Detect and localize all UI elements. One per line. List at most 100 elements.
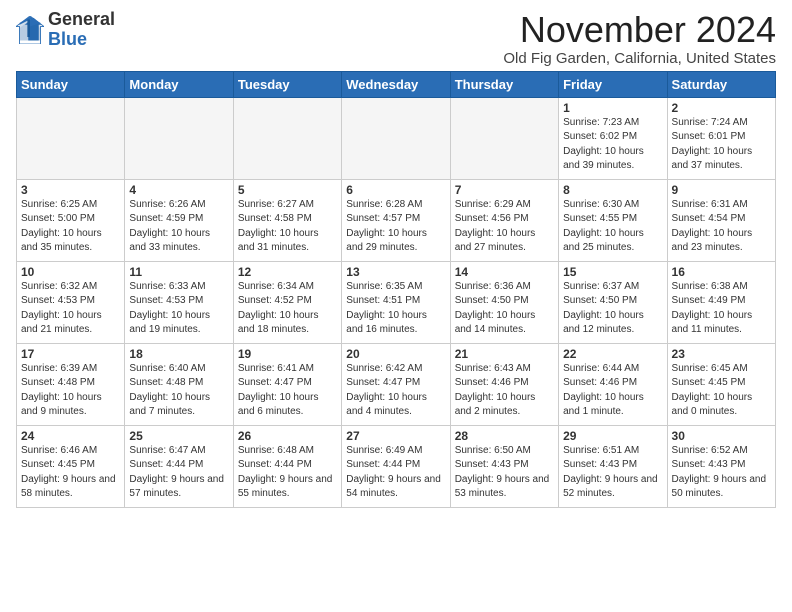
day-info: Sunrise: 6:40 AM Sunset: 4:48 PM Dayligh… (129, 362, 228, 420)
day-number: 28 (455, 429, 554, 443)
calendar-cell: 13Sunrise: 6:35 AM Sunset: 4:51 PM Dayli… (342, 261, 450, 343)
day-info: Sunrise: 6:52 AM Sunset: 4:43 PM Dayligh… (672, 444, 771, 502)
weekday-header-friday: Friday (559, 71, 667, 97)
calendar-cell (17, 97, 125, 179)
logo: General Blue (16, 10, 115, 50)
weekday-header-tuesday: Tuesday (233, 71, 341, 97)
day-number: 24 (21, 429, 120, 443)
week-row-1: 1Sunrise: 7:23 AM Sunset: 6:02 PM Daylig… (17, 97, 776, 179)
day-number: 6 (346, 183, 445, 197)
day-number: 16 (672, 265, 771, 279)
day-number: 2 (672, 101, 771, 115)
calendar-cell: 25Sunrise: 6:47 AM Sunset: 4:44 PM Dayli… (125, 425, 233, 507)
weekday-header-sunday: Sunday (17, 71, 125, 97)
calendar-cell: 27Sunrise: 6:49 AM Sunset: 4:44 PM Dayli… (342, 425, 450, 507)
week-row-2: 3Sunrise: 6:25 AM Sunset: 5:00 PM Daylig… (17, 179, 776, 261)
day-info: Sunrise: 6:32 AM Sunset: 4:53 PM Dayligh… (21, 280, 120, 338)
weekday-header-thursday: Thursday (450, 71, 558, 97)
day-info: Sunrise: 6:37 AM Sunset: 4:50 PM Dayligh… (563, 280, 662, 338)
day-number: 11 (129, 265, 228, 279)
logo-text: General Blue (48, 10, 115, 50)
day-info: Sunrise: 6:39 AM Sunset: 4:48 PM Dayligh… (21, 362, 120, 420)
calendar-cell: 17Sunrise: 6:39 AM Sunset: 4:48 PM Dayli… (17, 343, 125, 425)
calendar-cell: 21Sunrise: 6:43 AM Sunset: 4:46 PM Dayli… (450, 343, 558, 425)
title-block: November 2024 Old Fig Garden, California… (503, 10, 776, 67)
calendar-cell (342, 97, 450, 179)
day-info: Sunrise: 6:31 AM Sunset: 4:54 PM Dayligh… (672, 198, 771, 256)
calendar-cell (125, 97, 233, 179)
day-info: Sunrise: 6:25 AM Sunset: 5:00 PM Dayligh… (21, 198, 120, 256)
day-number: 15 (563, 265, 662, 279)
calendar-cell: 24Sunrise: 6:46 AM Sunset: 4:45 PM Dayli… (17, 425, 125, 507)
day-number: 25 (129, 429, 228, 443)
calendar-cell: 20Sunrise: 6:42 AM Sunset: 4:47 PM Dayli… (342, 343, 450, 425)
day-info: Sunrise: 6:44 AM Sunset: 4:46 PM Dayligh… (563, 362, 662, 420)
weekday-header-saturday: Saturday (667, 71, 775, 97)
day-info: Sunrise: 6:47 AM Sunset: 4:44 PM Dayligh… (129, 444, 228, 502)
calendar-cell: 29Sunrise: 6:51 AM Sunset: 4:43 PM Dayli… (559, 425, 667, 507)
month-title: November 2024 (503, 10, 776, 50)
day-info: Sunrise: 6:28 AM Sunset: 4:57 PM Dayligh… (346, 198, 445, 256)
logo-icon (16, 16, 44, 44)
day-number: 9 (672, 183, 771, 197)
calendar-cell: 28Sunrise: 6:50 AM Sunset: 4:43 PM Dayli… (450, 425, 558, 507)
day-number: 18 (129, 347, 228, 361)
calendar-cell: 18Sunrise: 6:40 AM Sunset: 4:48 PM Dayli… (125, 343, 233, 425)
calendar-cell: 5Sunrise: 6:27 AM Sunset: 4:58 PM Daylig… (233, 179, 341, 261)
calendar-cell (233, 97, 341, 179)
calendar-cell: 30Sunrise: 6:52 AM Sunset: 4:43 PM Dayli… (667, 425, 775, 507)
day-info: Sunrise: 6:34 AM Sunset: 4:52 PM Dayligh… (238, 280, 337, 338)
calendar-cell: 14Sunrise: 6:36 AM Sunset: 4:50 PM Dayli… (450, 261, 558, 343)
day-number: 29 (563, 429, 662, 443)
day-number: 3 (21, 183, 120, 197)
day-info: Sunrise: 6:27 AM Sunset: 4:58 PM Dayligh… (238, 198, 337, 256)
day-info: Sunrise: 6:43 AM Sunset: 4:46 PM Dayligh… (455, 362, 554, 420)
calendar-cell: 16Sunrise: 6:38 AM Sunset: 4:49 PM Dayli… (667, 261, 775, 343)
day-info: Sunrise: 6:30 AM Sunset: 4:55 PM Dayligh… (563, 198, 662, 256)
day-number: 26 (238, 429, 337, 443)
day-info: Sunrise: 6:49 AM Sunset: 4:44 PM Dayligh… (346, 444, 445, 502)
week-row-4: 17Sunrise: 6:39 AM Sunset: 4:48 PM Dayli… (17, 343, 776, 425)
weekday-header-row: SundayMondayTuesdayWednesdayThursdayFrid… (17, 71, 776, 97)
calendar-cell: 15Sunrise: 6:37 AM Sunset: 4:50 PM Dayli… (559, 261, 667, 343)
day-number: 7 (455, 183, 554, 197)
day-number: 19 (238, 347, 337, 361)
weekday-header-monday: Monday (125, 71, 233, 97)
day-info: Sunrise: 6:51 AM Sunset: 4:43 PM Dayligh… (563, 444, 662, 502)
day-number: 30 (672, 429, 771, 443)
day-number: 14 (455, 265, 554, 279)
day-info: Sunrise: 6:48 AM Sunset: 4:44 PM Dayligh… (238, 444, 337, 502)
day-info: Sunrise: 6:45 AM Sunset: 4:45 PM Dayligh… (672, 362, 771, 420)
calendar-cell: 3Sunrise: 6:25 AM Sunset: 5:00 PM Daylig… (17, 179, 125, 261)
day-number: 27 (346, 429, 445, 443)
day-info: Sunrise: 6:38 AM Sunset: 4:49 PM Dayligh… (672, 280, 771, 338)
logo-general: General (48, 9, 115, 29)
day-number: 10 (21, 265, 120, 279)
weekday-header-wednesday: Wednesday (342, 71, 450, 97)
calendar: SundayMondayTuesdayWednesdayThursdayFrid… (16, 71, 776, 508)
day-number: 22 (563, 347, 662, 361)
day-info: Sunrise: 6:29 AM Sunset: 4:56 PM Dayligh… (455, 198, 554, 256)
calendar-cell: 12Sunrise: 6:34 AM Sunset: 4:52 PM Dayli… (233, 261, 341, 343)
day-info: Sunrise: 6:41 AM Sunset: 4:47 PM Dayligh… (238, 362, 337, 420)
calendar-cell: 2Sunrise: 7:24 AM Sunset: 6:01 PM Daylig… (667, 97, 775, 179)
day-info: Sunrise: 6:35 AM Sunset: 4:51 PM Dayligh… (346, 280, 445, 338)
day-info: Sunrise: 6:50 AM Sunset: 4:43 PM Dayligh… (455, 444, 554, 502)
calendar-cell: 10Sunrise: 6:32 AM Sunset: 4:53 PM Dayli… (17, 261, 125, 343)
day-info: Sunrise: 6:46 AM Sunset: 4:45 PM Dayligh… (21, 444, 120, 502)
day-info: Sunrise: 7:24 AM Sunset: 6:01 PM Dayligh… (672, 116, 771, 174)
day-number: 21 (455, 347, 554, 361)
week-row-5: 24Sunrise: 6:46 AM Sunset: 4:45 PM Dayli… (17, 425, 776, 507)
day-number: 1 (563, 101, 662, 115)
calendar-cell: 4Sunrise: 6:26 AM Sunset: 4:59 PM Daylig… (125, 179, 233, 261)
day-number: 20 (346, 347, 445, 361)
calendar-cell (450, 97, 558, 179)
calendar-cell: 11Sunrise: 6:33 AM Sunset: 4:53 PM Dayli… (125, 261, 233, 343)
calendar-cell: 26Sunrise: 6:48 AM Sunset: 4:44 PM Dayli… (233, 425, 341, 507)
day-number: 23 (672, 347, 771, 361)
calendar-cell: 1Sunrise: 7:23 AM Sunset: 6:02 PM Daylig… (559, 97, 667, 179)
header: General Blue November 2024 Old Fig Garde… (16, 10, 776, 67)
calendar-cell: 22Sunrise: 6:44 AM Sunset: 4:46 PM Dayli… (559, 343, 667, 425)
day-number: 13 (346, 265, 445, 279)
calendar-cell: 8Sunrise: 6:30 AM Sunset: 4:55 PM Daylig… (559, 179, 667, 261)
